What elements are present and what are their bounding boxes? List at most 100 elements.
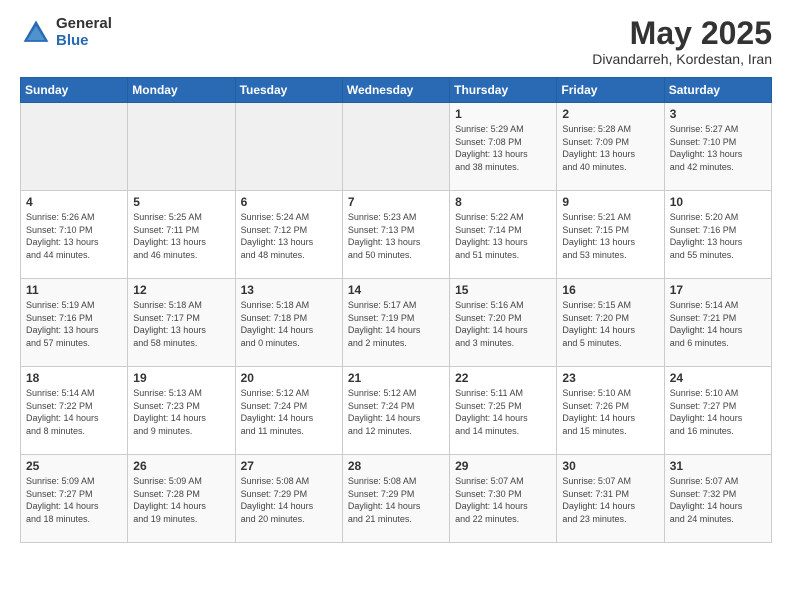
cell-content: Sunrise: 5:12 AM Sunset: 7:24 PM Dayligh… xyxy=(241,387,337,437)
calendar-week-3: 11 Sunrise: 5:19 AM Sunset: 7:16 PM Dayli… xyxy=(21,279,772,367)
day-number: 24 xyxy=(670,371,766,385)
cell-content: Sunrise: 5:14 AM Sunset: 7:22 PM Dayligh… xyxy=(26,387,122,437)
calendar-cell: 15 Sunrise: 5:16 AM Sunset: 7:20 PM Dayli… xyxy=(450,279,557,367)
logo-blue: Blue xyxy=(56,33,112,50)
calendar-cell xyxy=(342,103,449,191)
logo-text: General Blue xyxy=(56,16,112,49)
calendar-cell: 10 Sunrise: 5:20 AM Sunset: 7:16 PM Dayli… xyxy=(664,191,771,279)
day-number: 23 xyxy=(562,371,658,385)
day-number: 26 xyxy=(133,459,229,473)
calendar-cell: 16Sunrise: 5:15 AM Sunset: 7:20 PM Dayli… xyxy=(557,279,664,367)
cell-content: Sunrise: 5:29 AM Sunset: 7:08 PM Dayligh… xyxy=(455,123,551,173)
cell-content: Sunrise: 5:11 AM Sunset: 7:25 PM Dayligh… xyxy=(455,387,551,437)
title-block: May 2025 Divandarreh, Kordestan, Iran xyxy=(592,16,772,67)
day-number: 21 xyxy=(348,371,444,385)
day-number: 1 xyxy=(455,107,551,121)
calendar-cell: 26 Sunrise: 5:09 AM Sunset: 7:28 PM Dayli… xyxy=(128,455,235,543)
calendar-cell: 28 Sunrise: 5:08 AM Sunset: 7:29 PM Dayli… xyxy=(342,455,449,543)
cell-content: Sunrise: 5:18 AM Sunset: 7:17 PM Dayligh… xyxy=(133,299,229,349)
cell-content: Sunrise: 5:07 AM Sunset: 7:32 PM Dayligh… xyxy=(670,475,766,525)
day-number: 30 xyxy=(562,459,658,473)
calendar-cell xyxy=(21,103,128,191)
calendar-week-5: 25 Sunrise: 5:09 AM Sunset: 7:27 PM Dayli… xyxy=(21,455,772,543)
day-number: 14 xyxy=(348,283,444,297)
calendar-cell: 4Sunrise: 5:26 AM Sunset: 7:10 PM Daylig… xyxy=(21,191,128,279)
calendar-week-1: 1 Sunrise: 5:29 AM Sunset: 7:08 PM Daylig… xyxy=(21,103,772,191)
header-thursday: Thursday xyxy=(450,78,557,103)
calendar-cell: 14 Sunrise: 5:17 AM Sunset: 7:19 PM Dayli… xyxy=(342,279,449,367)
cell-content: Sunrise: 5:08 AM Sunset: 7:29 PM Dayligh… xyxy=(348,475,444,525)
calendar-cell: 6Sunrise: 5:24 AM Sunset: 7:12 PM Daylig… xyxy=(235,191,342,279)
cell-content: Sunrise: 5:16 AM Sunset: 7:20 PM Dayligh… xyxy=(455,299,551,349)
day-number: 8 xyxy=(455,195,551,209)
day-number: 31 xyxy=(670,459,766,473)
calendar-body: 1 Sunrise: 5:29 AM Sunset: 7:08 PM Daylig… xyxy=(21,103,772,543)
cell-content: Sunrise: 5:18 AM Sunset: 7:18 PM Dayligh… xyxy=(241,299,337,349)
calendar-header: Sunday Monday Tuesday Wednesday Thursday… xyxy=(21,78,772,103)
logo: General Blue xyxy=(20,16,112,49)
calendar-cell: 27Sunrise: 5:08 AM Sunset: 7:29 PM Dayli… xyxy=(235,455,342,543)
page: General Blue May 2025 Divandarreh, Korde… xyxy=(0,0,792,612)
cell-content: Sunrise: 5:10 AM Sunset: 7:27 PM Dayligh… xyxy=(670,387,766,437)
calendar-cell: 5 Sunrise: 5:25 AM Sunset: 7:11 PM Daylig… xyxy=(128,191,235,279)
cell-content: Sunrise: 5:27 AM Sunset: 7:10 PM Dayligh… xyxy=(670,123,766,173)
cell-content: Sunrise: 5:12 AM Sunset: 7:24 PM Dayligh… xyxy=(348,387,444,437)
calendar-cell xyxy=(128,103,235,191)
calendar-cell: 24 Sunrise: 5:10 AM Sunset: 7:27 PM Dayli… xyxy=(664,367,771,455)
day-number: 10 xyxy=(670,195,766,209)
calendar-cell: 17Sunrise: 5:14 AM Sunset: 7:21 PM Dayli… xyxy=(664,279,771,367)
day-number: 29 xyxy=(455,459,551,473)
calendar-cell: 2Sunrise: 5:28 AM Sunset: 7:09 PM Daylig… xyxy=(557,103,664,191)
day-number: 18 xyxy=(26,371,122,385)
logo-general: General xyxy=(56,16,112,33)
day-number: 28 xyxy=(348,459,444,473)
cell-content: Sunrise: 5:14 AM Sunset: 7:21 PM Dayligh… xyxy=(670,299,766,349)
calendar-cell: 11 Sunrise: 5:19 AM Sunset: 7:16 PM Dayli… xyxy=(21,279,128,367)
day-number: 12 xyxy=(133,283,229,297)
calendar-cell: 1 Sunrise: 5:29 AM Sunset: 7:08 PM Daylig… xyxy=(450,103,557,191)
calendar-cell: 22Sunrise: 5:11 AM Sunset: 7:25 PM Dayli… xyxy=(450,367,557,455)
cell-content: Sunrise: 5:17 AM Sunset: 7:19 PM Dayligh… xyxy=(348,299,444,349)
day-number: 13 xyxy=(241,283,337,297)
calendar-cell: 8 Sunrise: 5:22 AM Sunset: 7:14 PM Daylig… xyxy=(450,191,557,279)
header-monday: Monday xyxy=(128,78,235,103)
day-number: 7 xyxy=(348,195,444,209)
cell-content: Sunrise: 5:20 AM Sunset: 7:16 PM Dayligh… xyxy=(670,211,766,261)
cell-content: Sunrise: 5:10 AM Sunset: 7:26 PM Dayligh… xyxy=(562,387,658,437)
calendar-cell: 9Sunrise: 5:21 AM Sunset: 7:15 PM Daylig… xyxy=(557,191,664,279)
calendar-cell: 31 Sunrise: 5:07 AM Sunset: 7:32 PM Dayli… xyxy=(664,455,771,543)
cell-content: Sunrise: 5:19 AM Sunset: 7:16 PM Dayligh… xyxy=(26,299,122,349)
day-number: 4 xyxy=(26,195,122,209)
cell-content: Sunrise: 5:22 AM Sunset: 7:14 PM Dayligh… xyxy=(455,211,551,261)
location-subtitle: Divandarreh, Kordestan, Iran xyxy=(592,51,772,67)
day-number: 27 xyxy=(241,459,337,473)
day-number: 5 xyxy=(133,195,229,209)
calendar-week-2: 4Sunrise: 5:26 AM Sunset: 7:10 PM Daylig… xyxy=(21,191,772,279)
day-number: 15 xyxy=(455,283,551,297)
day-number: 3 xyxy=(670,107,766,121)
calendar-cell: 3 Sunrise: 5:27 AM Sunset: 7:10 PM Daylig… xyxy=(664,103,771,191)
calendar-cell: 30 Sunrise: 5:07 AM Sunset: 7:31 PM Dayli… xyxy=(557,455,664,543)
cell-content: Sunrise: 5:25 AM Sunset: 7:11 PM Dayligh… xyxy=(133,211,229,261)
header-saturday: Saturday xyxy=(664,78,771,103)
day-number: 9 xyxy=(562,195,658,209)
day-number: 11 xyxy=(26,283,122,297)
header-wednesday: Wednesday xyxy=(342,78,449,103)
calendar-cell: 7 Sunrise: 5:23 AM Sunset: 7:13 PM Daylig… xyxy=(342,191,449,279)
calendar-table: Sunday Monday Tuesday Wednesday Thursday… xyxy=(20,77,772,543)
header-tuesday: Tuesday xyxy=(235,78,342,103)
header: General Blue May 2025 Divandarreh, Korde… xyxy=(20,16,772,67)
day-number: 2 xyxy=(562,107,658,121)
cell-content: Sunrise: 5:09 AM Sunset: 7:28 PM Dayligh… xyxy=(133,475,229,525)
cell-content: Sunrise: 5:09 AM Sunset: 7:27 PM Dayligh… xyxy=(26,475,122,525)
cell-content: Sunrise: 5:23 AM Sunset: 7:13 PM Dayligh… xyxy=(348,211,444,261)
cell-content: Sunrise: 5:13 AM Sunset: 7:23 PM Dayligh… xyxy=(133,387,229,437)
cell-content: Sunrise: 5:07 AM Sunset: 7:31 PM Dayligh… xyxy=(562,475,658,525)
day-number: 20 xyxy=(241,371,337,385)
day-number: 19 xyxy=(133,371,229,385)
calendar-cell: 12 Sunrise: 5:18 AM Sunset: 7:17 PM Dayli… xyxy=(128,279,235,367)
calendar-cell: 25 Sunrise: 5:09 AM Sunset: 7:27 PM Dayli… xyxy=(21,455,128,543)
day-number: 25 xyxy=(26,459,122,473)
calendar-cell: 23 Sunrise: 5:10 AM Sunset: 7:26 PM Dayli… xyxy=(557,367,664,455)
header-row: Sunday Monday Tuesday Wednesday Thursday… xyxy=(21,78,772,103)
